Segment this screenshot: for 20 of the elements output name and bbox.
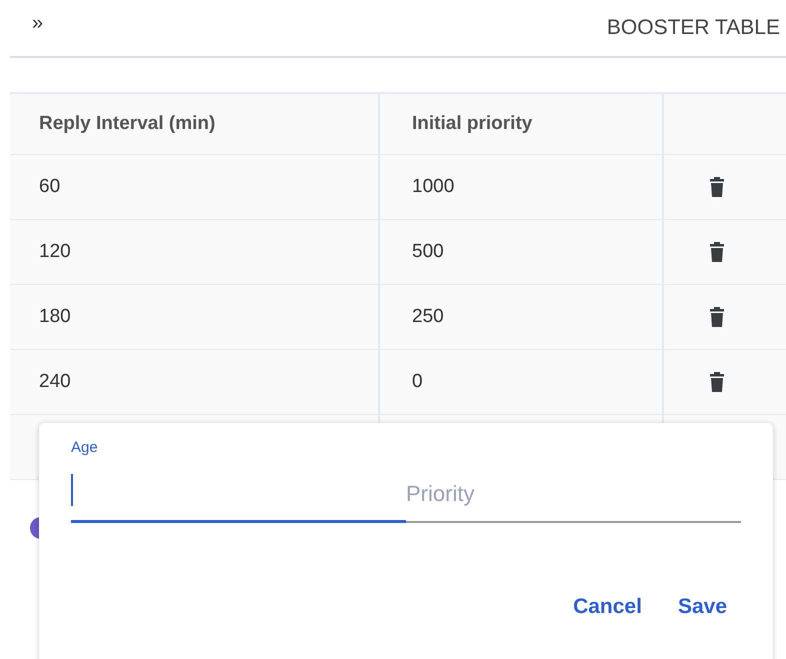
trash-icon[interactable] bbox=[710, 307, 724, 327]
trash-icon[interactable] bbox=[710, 372, 724, 392]
table-cell: 60 bbox=[39, 176, 60, 198]
input-field[interactable]: Priority bbox=[406, 481, 741, 523]
page-title: BOOSTER TABLE bbox=[606, 16, 780, 40]
table-cell: 500 bbox=[412, 241, 444, 263]
table-cell: 0 bbox=[412, 371, 423, 393]
table-cell: 120 bbox=[39, 241, 71, 263]
cancel-button[interactable]: Cancel bbox=[567, 591, 648, 623]
table-cell: 180 bbox=[39, 306, 71, 328]
field-label: Age bbox=[71, 439, 98, 456]
save-button[interactable]: Save bbox=[672, 591, 733, 623]
table-cell: 240 bbox=[39, 371, 71, 393]
column-header: Initial priority bbox=[380, 94, 664, 154]
trash-icon[interactable] bbox=[710, 242, 724, 262]
expand-icon[interactable]: » bbox=[32, 12, 44, 34]
table-cell: 250 bbox=[412, 306, 444, 328]
column-header: Reply Interval (min) bbox=[10, 94, 380, 154]
trash-icon[interactable] bbox=[710, 177, 724, 197]
table-cell: 1000 bbox=[412, 176, 454, 198]
